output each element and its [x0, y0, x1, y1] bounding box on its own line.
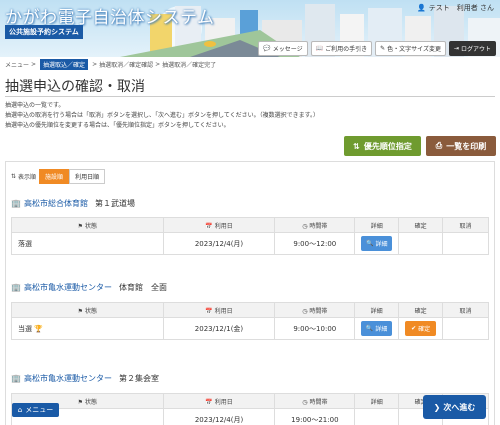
priority-order-button[interactable]: ⇅ 優先順位指定 [344, 136, 421, 156]
flag-icon: ⚑ [77, 307, 84, 315]
facility-heading: 🏢 高松市亀水運動センター 第２集会室 [11, 373, 159, 384]
check-icon: ✔ [411, 325, 417, 332]
divider [5, 96, 495, 97]
table-row: 2023/12/4(月) 19:00～21:00 [11, 408, 489, 425]
flag-icon: ⚑ [77, 222, 84, 230]
message-button[interactable]: 💬 メッセージ [258, 41, 308, 56]
calendar-icon: 📅 [205, 307, 213, 315]
breadcrumb: メニュー > 抽選取込／確定 > 抽選取消／確定確認 > 抽選取消／確定完了 [5, 59, 217, 70]
display-settings-button[interactable]: ✎ 色・文字サイズ変更 [375, 41, 446, 56]
logout-icon: ⇥ [453, 45, 459, 52]
breadcrumb-current: 抽選取込／確定 [40, 59, 89, 70]
sort-priority-icon: ⇅ [353, 141, 360, 151]
room-name: 体育館 全面 [118, 283, 167, 292]
book-icon: 📖 [315, 45, 324, 52]
print-list-button[interactable]: ⎙ 一覧を印刷 [426, 136, 496, 156]
time-cell: 9:00～10:00 [274, 317, 356, 340]
table-row: 当選 🏆 2023/12/1(金) 9:00～10:00 🔍 詳細 ✔ 確定 [11, 317, 489, 340]
time-cell: 19:00～21:00 [274, 408, 356, 425]
user-name: テスト 利用者 さん [428, 4, 494, 12]
flag-icon: ⚑ [77, 398, 84, 406]
calendar-icon: 📅 [205, 222, 213, 230]
detail-button[interactable]: 🔍 詳細 [360, 321, 393, 336]
app-subtitle: 公共施設予約システム [5, 25, 83, 39]
date-cell: 2023/12/4(月) [162, 232, 276, 255]
logout-button[interactable]: ⇥ ログアウト [448, 41, 496, 56]
status-cell: 当選 🏆 [11, 317, 164, 340]
breadcrumb-menu[interactable]: メニュー [5, 60, 29, 69]
confirm-button[interactable]: ✔ 確定 [405, 321, 437, 336]
breadcrumb-step-confirm: 抽選取消／確定確認 [99, 62, 154, 69]
clock-icon: ◷ [302, 307, 308, 315]
facility-name-link[interactable]: 高松市亀水運動センター [24, 373, 112, 384]
pencil-icon: ✎ [380, 45, 386, 52]
next-button[interactable]: ❯ 次へ進む [423, 395, 486, 419]
instructions: 抽選申込の一覧です。 抽選申込の取消を行う場合は「取消」ボタンを選択し、「次へ進… [5, 102, 320, 129]
facility-name-link[interactable]: 高松市総合体育館 [24, 198, 88, 209]
reservation-list: ⇅ 表示順 施設順 利用日順 🏢 高松市総合体育館 第１武道場 ⚑ 状態 📅 利用… [5, 161, 495, 425]
building-icon: 🏢 [11, 199, 21, 208]
clock-icon: ◷ [302, 398, 308, 406]
facility-heading: 🏢 高松市亀水運動センター 体育館 全面 [11, 282, 167, 293]
reservation-table: ⚑ 状態 📅 利用日 ◷ 時間帯 詳細 確定 取消 落選 2023/12/4(月… [11, 217, 489, 255]
page-title: 抽選申込の確認・取消 [5, 79, 145, 95]
time-cell: 9:00～12:00 [274, 232, 356, 255]
facility-name-link[interactable]: 高松市亀水運動センター [24, 282, 112, 293]
sort-by-date-button[interactable]: 利用日順 [69, 169, 106, 184]
sort-icon: ⇅ [11, 173, 17, 180]
site-header: かがわ電子自治体システム 公共施設予約システム 👤 テスト 利用者 さん 💬 メッ… [0, 0, 500, 57]
search-icon: 🔍 [365, 325, 374, 332]
trophy-icon: 🏆 [34, 324, 43, 333]
building-icon: 🏢 [11, 283, 21, 292]
reservation-table: ⚑ 状態 📅 利用日 ◷ 時間帯 詳細 確定 取消 2023/12/4(月) 1… [11, 393, 489, 425]
user-icon: 👤 [417, 4, 426, 12]
date-cell: 2023/12/1(金) [162, 317, 276, 340]
table-row: 落選 2023/12/4(月) 9:00～12:00 🔍 詳細 [11, 232, 489, 255]
facility-heading: 🏢 高松市総合体育館 第１武道場 [11, 198, 135, 209]
header-buttons: 💬 メッセージ 📖 ご利用の手引き ✎ 色・文字サイズ変更 ⇥ ログアウト [258, 41, 496, 56]
home-icon: ⌂ [17, 406, 23, 414]
building-icon: 🏢 [11, 374, 21, 383]
comment-icon: 💬 [263, 45, 271, 52]
room-name: 第１武道場 [94, 199, 135, 208]
chevron-right-icon: ❯ [433, 402, 441, 412]
breadcrumb-step-complete: 抽選取消／確定完了 [162, 62, 217, 69]
sort-control: ⇅ 表示順 施設順 利用日順 [11, 169, 106, 184]
room-name: 第２集会室 [118, 374, 159, 383]
menu-button[interactable]: ⌂ メニュー [12, 403, 59, 417]
guide-button[interactable]: 📖 ご利用の手引き [310, 41, 373, 56]
user-info: 👤 テスト 利用者 さん [417, 3, 494, 13]
sort-by-facility-button[interactable]: 施設順 [39, 169, 70, 184]
search-icon: 🔍 [365, 240, 374, 247]
detail-button[interactable]: 🔍 詳細 [360, 236, 393, 251]
clock-icon: ◷ [302, 222, 308, 230]
print-icon: ⎙ [435, 141, 443, 150]
date-cell: 2023/12/4(月) [162, 408, 276, 425]
status-cell: 落選 [11, 232, 164, 255]
calendar-icon: 📅 [205, 398, 213, 406]
reservation-table: ⚑ 状態 📅 利用日 ◷ 時間帯 詳細 確定 取消 当選 🏆 2023/12/1… [11, 302, 489, 340]
